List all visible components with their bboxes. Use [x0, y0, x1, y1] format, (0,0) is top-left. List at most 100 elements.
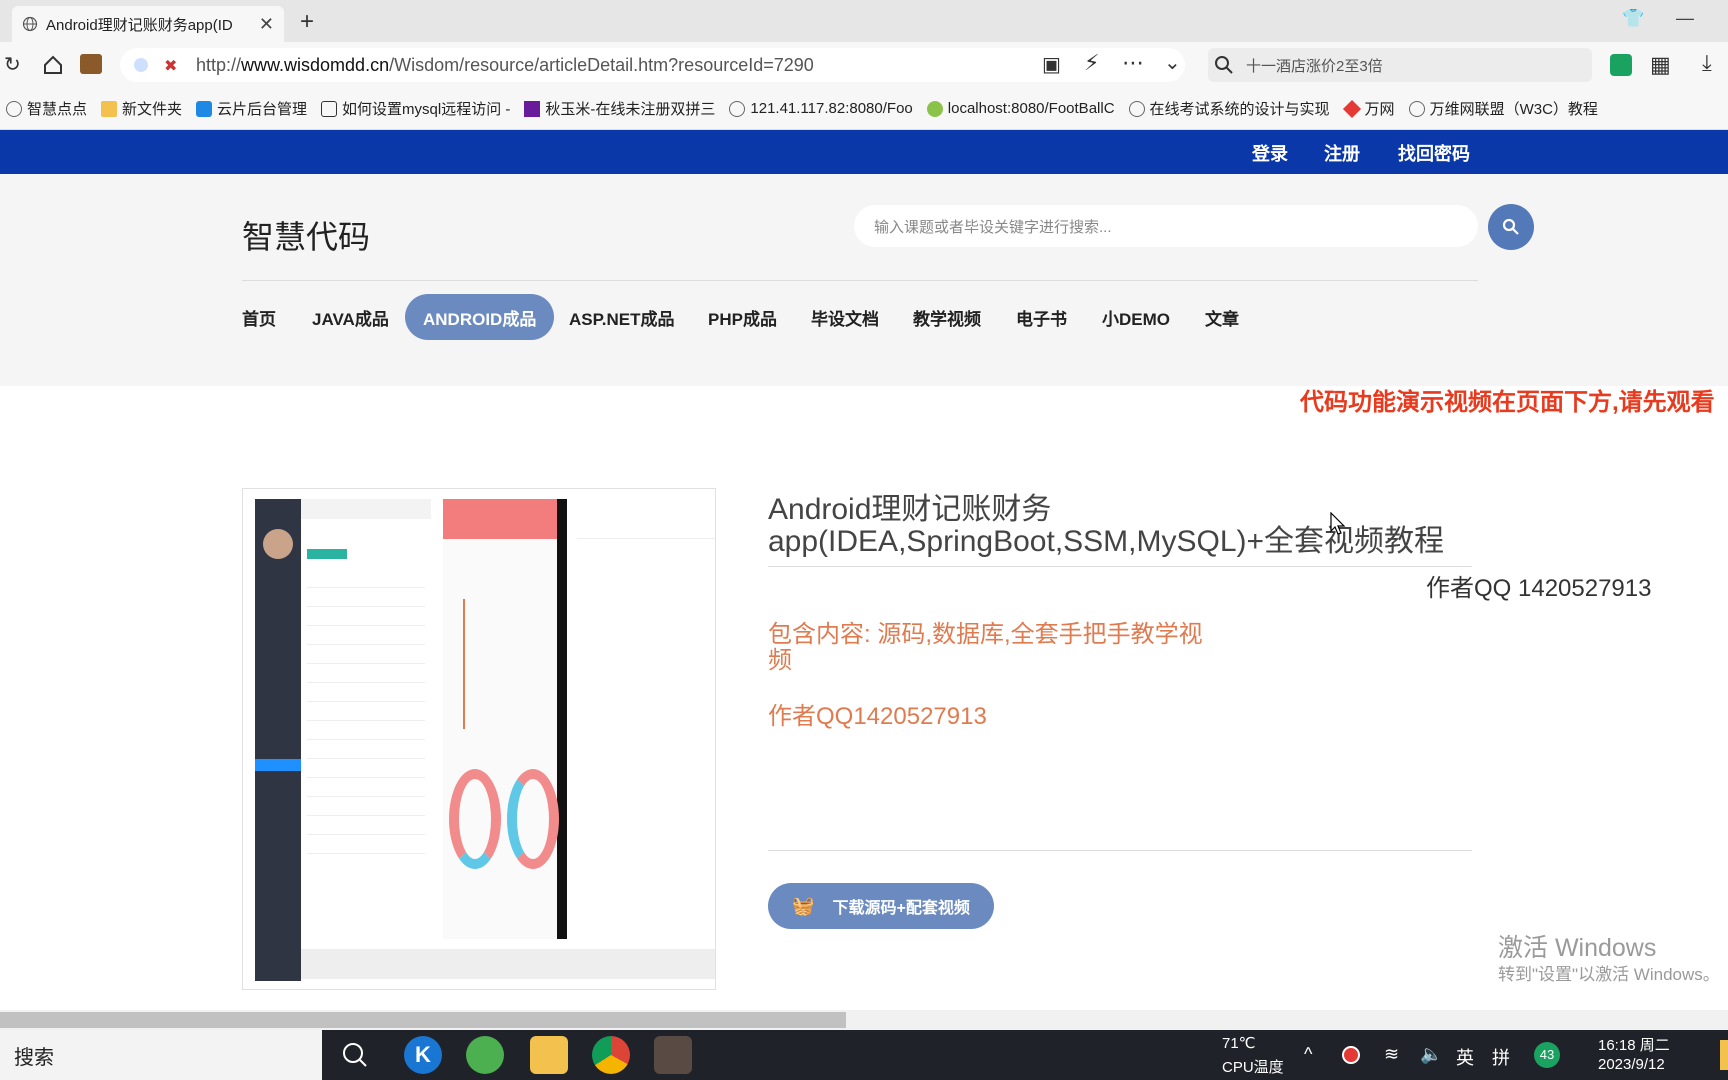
article-title: Android理财记账财务app(IDEA,SpringBoot,SSM,MyS…	[768, 493, 1445, 558]
show-desktop-button[interactable]	[1720, 1040, 1728, 1070]
bookmark-item[interactable]: 新文件夹	[101, 98, 182, 119]
wifi-icon[interactable]: ≋	[1384, 1044, 1399, 1065]
mouse-cursor-icon	[1330, 512, 1346, 535]
bookmark-item[interactable]: 万网	[1342, 98, 1395, 119]
search-icon	[1215, 56, 1233, 74]
insecure-icon[interactable]: ✖	[164, 56, 177, 76]
home-icon[interactable]	[42, 54, 64, 76]
briefcase-icon[interactable]	[80, 54, 102, 74]
extension-icon[interactable]	[1610, 54, 1632, 76]
avatar-app-icon[interactable]	[654, 1036, 692, 1074]
new-tab-icon[interactable]: +	[300, 8, 314, 36]
nav-java[interactable]: JAVA成品	[312, 294, 389, 340]
download-button[interactable]: 🧺 下载源码+配套视频	[768, 883, 994, 929]
globe-icon	[729, 100, 746, 117]
basket-icon: 🧺	[792, 895, 815, 916]
title-divider	[768, 566, 1472, 567]
url-field[interactable]: http://www.wisdomdd.cn/Wisdom/resource/a…	[120, 48, 1185, 82]
bookmark-label: 121.41.117.82:8080/Foo	[750, 100, 913, 117]
search-placeholder: 输入课题或者毕设关键字进行搜索...	[874, 218, 1112, 236]
marquee-notice: 代码功能演示视频在页面下方,请先观看	[1300, 389, 1715, 416]
bookmark-item[interactable]: 智慧点点	[6, 98, 87, 119]
content-divider	[768, 850, 1472, 851]
taskbar-search-label: 搜索	[14, 1046, 54, 1069]
url-host: www.wisdomdd.cn	[241, 54, 390, 75]
taskbar-search[interactable]: 搜索	[0, 1030, 322, 1080]
k-app-icon[interactable]: K	[404, 1036, 442, 1074]
browser-app-icon[interactable]	[466, 1036, 504, 1074]
thumbnail-table	[301, 499, 431, 981]
shirt-icon[interactable]: 👕	[1622, 8, 1644, 29]
nav-articles[interactable]: 文章	[1205, 294, 1239, 340]
clock-time[interactable]: 16:18 周二	[1598, 1034, 1670, 1055]
cpu-temp-label: CPU温度	[1222, 1059, 1284, 1076]
leaf-icon	[926, 100, 943, 117]
page-icon	[321, 100, 338, 117]
minimize-icon[interactable]: —	[1676, 8, 1694, 29]
site-search-button[interactable]	[1488, 204, 1534, 250]
notification-badge[interactable]: 43	[1534, 1042, 1560, 1068]
browser-search-box[interactable]: 十一酒店涨价2至3倍	[1208, 48, 1592, 82]
bookmark-item[interactable]: 121.41.117.82:8080/Foo	[729, 100, 913, 117]
ime-mode[interactable]: 拼	[1492, 1044, 1510, 1070]
globe-icon	[6, 100, 22, 117]
chevron-up-icon[interactable]: ^	[1304, 1044, 1312, 1065]
bookmark-label: 如何设置mysql远程访问 -	[342, 101, 511, 118]
scrollbar-thumb[interactable]	[0, 1012, 846, 1028]
bookmark-label: 万维网联盟（W3C）教程	[1429, 101, 1598, 118]
login-link[interactable]: 登录	[1252, 140, 1288, 166]
site-info-icon[interactable]	[134, 58, 148, 72]
product-thumbnail[interactable]	[242, 488, 716, 990]
volume-icon[interactable]: 🔈	[1420, 1044, 1442, 1065]
browser-tab[interactable]: Android理财记账财务app(ID ✕	[12, 6, 284, 42]
url-path: /Wisdom/resource/articleDetail.htm?resou…	[389, 54, 814, 75]
reload-icon[interactable]: ↻	[4, 52, 21, 77]
clock-date[interactable]: 2023/9/12	[1598, 1056, 1665, 1073]
globe-icon	[1408, 100, 1425, 117]
search-suggestion: 十一酒店涨价2至3倍	[1246, 57, 1383, 75]
download-icon[interactable]: ⤓	[1702, 50, 1712, 76]
lightning-icon[interactable]: ⚡	[1084, 50, 1099, 76]
bookmark-item[interactable]: 在线考试系统的设计与实现	[1128, 98, 1330, 119]
bookmark-label: 云片后台管理	[217, 101, 308, 118]
bookmark-item[interactable]: localhost:8080/FootBallC	[926, 100, 1115, 117]
site-search-input[interactable]: 输入课题或者毕设关键字进行搜索...	[854, 205, 1478, 247]
chrome-icon[interactable]	[592, 1036, 630, 1074]
header-divider	[242, 280, 1478, 281]
more-icon[interactable]: ⋯	[1122, 50, 1144, 76]
cloud-icon	[196, 100, 213, 117]
url-prefix: http://	[196, 54, 242, 75]
nav-videos[interactable]: 教学视频	[913, 294, 981, 340]
windows-activation-subtitle: 转到"设置"以激活 Windows。	[1498, 965, 1720, 984]
bookmark-label: 万网	[1364, 101, 1395, 118]
image-icon[interactable]: ▣	[1042, 52, 1061, 77]
apps-grid-icon[interactable]: ▦	[1650, 52, 1671, 78]
bookmarks-bar: 智慧点点 新文件夹 云片后台管理 如何设置mysql远程访问 - 秋玉米-在线未…	[0, 88, 1728, 130]
register-link[interactable]: 注册	[1324, 140, 1360, 166]
nav-aspnet[interactable]: ASP.NET成品	[569, 294, 675, 340]
bookmark-label: 秋玉米-在线未注册双拼三	[545, 101, 716, 118]
search-icon	[1502, 218, 1519, 235]
download-label: 下载源码+配套视频	[832, 900, 970, 917]
nav-php[interactable]: PHP成品	[708, 294, 777, 340]
chevron-down-icon[interactable]: ⌄	[1164, 50, 1181, 75]
site-logo[interactable]: 智慧代码	[242, 212, 370, 258]
nav-demo[interactable]: 小DEMO	[1102, 294, 1170, 340]
nav-thesis-docs[interactable]: 毕设文档	[811, 294, 879, 340]
recover-password-link[interactable]: 找回密码	[1398, 140, 1470, 166]
close-tab-icon[interactable]: ✕	[259, 14, 274, 35]
bookmark-item[interactable]: 秋玉米-在线未注册双拼三	[524, 98, 715, 119]
author-qq: 作者QQ 1420527913	[1426, 575, 1652, 602]
nav-home[interactable]: 首页	[242, 294, 276, 340]
bookmark-item[interactable]: 云片后台管理	[196, 98, 307, 119]
ime-lang[interactable]: 英	[1456, 1044, 1474, 1070]
bookmark-item[interactable]: 如何设置mysql远程访问 -	[321, 98, 510, 119]
nav-android[interactable]: ANDROID成品	[405, 294, 555, 340]
record-icon[interactable]	[1342, 1046, 1360, 1064]
bookmark-item[interactable]: 万维网联盟（W3C）教程	[1408, 98, 1598, 119]
nav-ebooks[interactable]: 电子书	[1016, 294, 1067, 340]
task-view-icon[interactable]	[336, 1036, 374, 1074]
file-explorer-icon[interactable]	[530, 1036, 568, 1074]
folder-icon	[101, 100, 118, 117]
globe-icon	[1128, 100, 1145, 117]
